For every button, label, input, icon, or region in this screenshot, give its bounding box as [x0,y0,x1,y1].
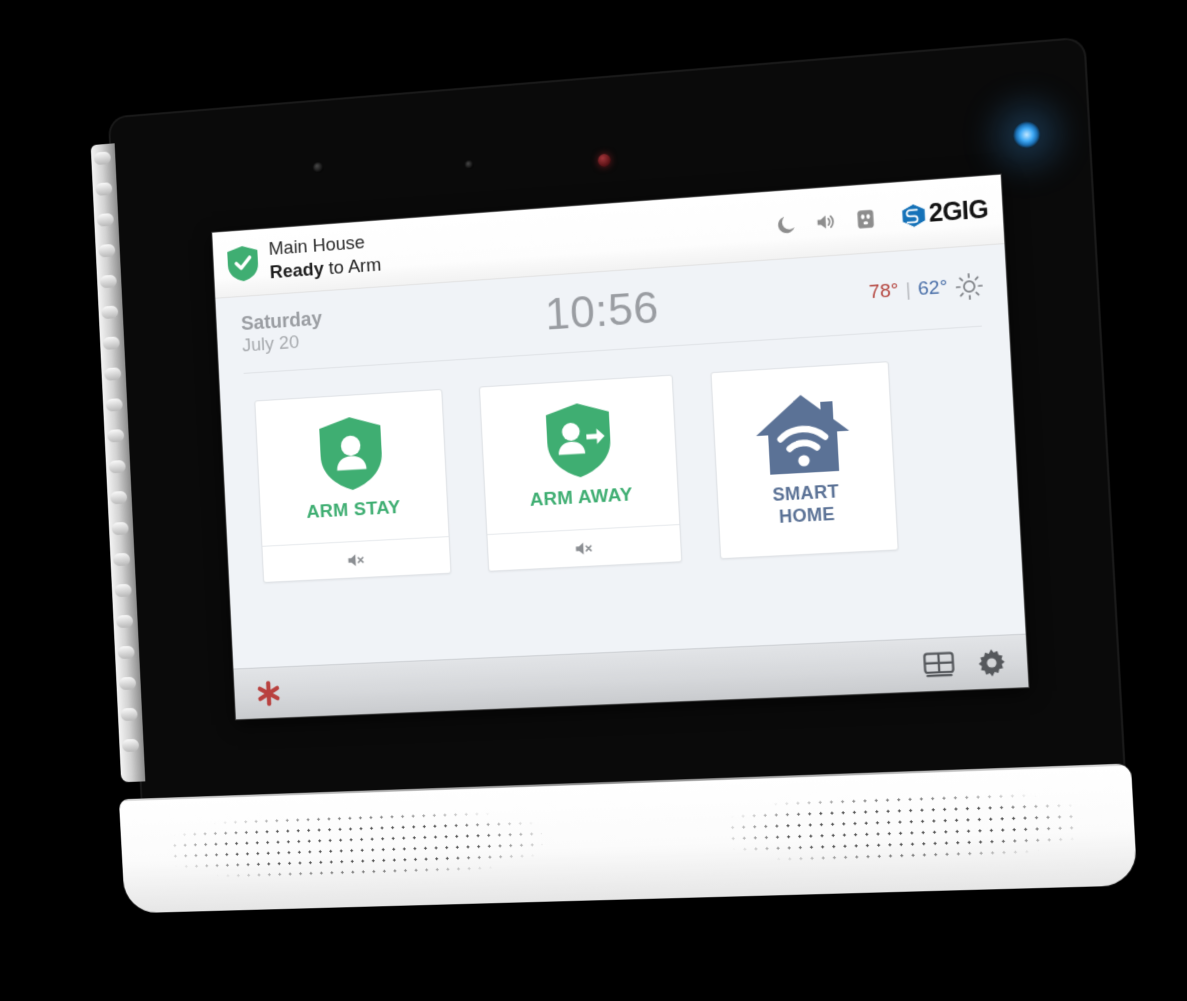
gear-icon[interactable] [976,647,1007,677]
shield-person-icon [318,415,383,492]
weather-widget[interactable]: 78° | 62° [868,271,984,307]
card-arm-stay[interactable]: ARM STAY [254,388,452,584]
ambient-light-sensor-icon [312,161,324,174]
card-smart-home-label-line2: HOME [778,503,836,527]
date-block: Saturday July 20 [241,299,434,358]
side-vent-panel [90,143,146,783]
card-arm-away-label: ARM AWAY [529,484,634,511]
speaker-muted-icon[interactable] [573,537,595,559]
temperature-low: 62° [917,276,949,301]
panel-device-body: Main House Ready to Arm 2GIG Saturday Ju… [90,38,1125,815]
temperature-separator: | [905,279,912,301]
house-wifi-icon [754,392,852,476]
status-icon-tray: 2GIG [774,195,989,240]
card-smart-home[interactable]: SMART HOME [710,361,899,560]
shield-check-icon [227,244,259,282]
card-arm-away[interactable]: ARM AWAY [478,374,683,572]
speaker-muted-icon[interactable] [345,549,366,571]
shield-person-arrow-icon [544,401,612,479]
speaker-grille-left [168,806,544,883]
touchscreen-display: Main House Ready to Arm 2GIG Saturday Ju… [212,174,1029,720]
ir-led-icon [597,153,612,168]
emergency-asterisk-icon[interactable] [255,679,283,708]
keypad-icon[interactable] [923,651,955,679]
toolbar-right-group [923,647,1007,679]
panel-status-text: Main House Ready to Arm [268,231,382,284]
bottom-toolbar [233,633,1029,720]
cube-logo-icon [899,201,927,229]
outlet-icon[interactable] [853,207,877,231]
device-stage: Main House Ready to Arm 2GIG Saturday Ju… [0,0,1187,1001]
temperature-high: 78° [868,280,900,304]
microphone-icon [464,160,474,170]
moon-icon[interactable] [774,212,797,236]
brand-logo: 2GIG [899,195,989,231]
status-led-indicator [1012,120,1041,150]
card-arm-stay-body[interactable]: ARM STAY [255,390,448,546]
card-smart-home-label: SMART HOME [772,481,841,529]
speaker-grille-right [725,787,1084,867]
card-arm-away-body[interactable]: ARM AWAY [480,376,679,534]
speaker-icon[interactable] [814,210,838,234]
panel-arm-state-rest: to Arm [323,254,382,279]
panel-arm-state-strong: Ready [269,258,325,283]
sun-icon [954,271,985,302]
card-arm-stay-label: ARM STAY [306,497,402,523]
brand-wordmark: 2GIG [927,195,989,228]
